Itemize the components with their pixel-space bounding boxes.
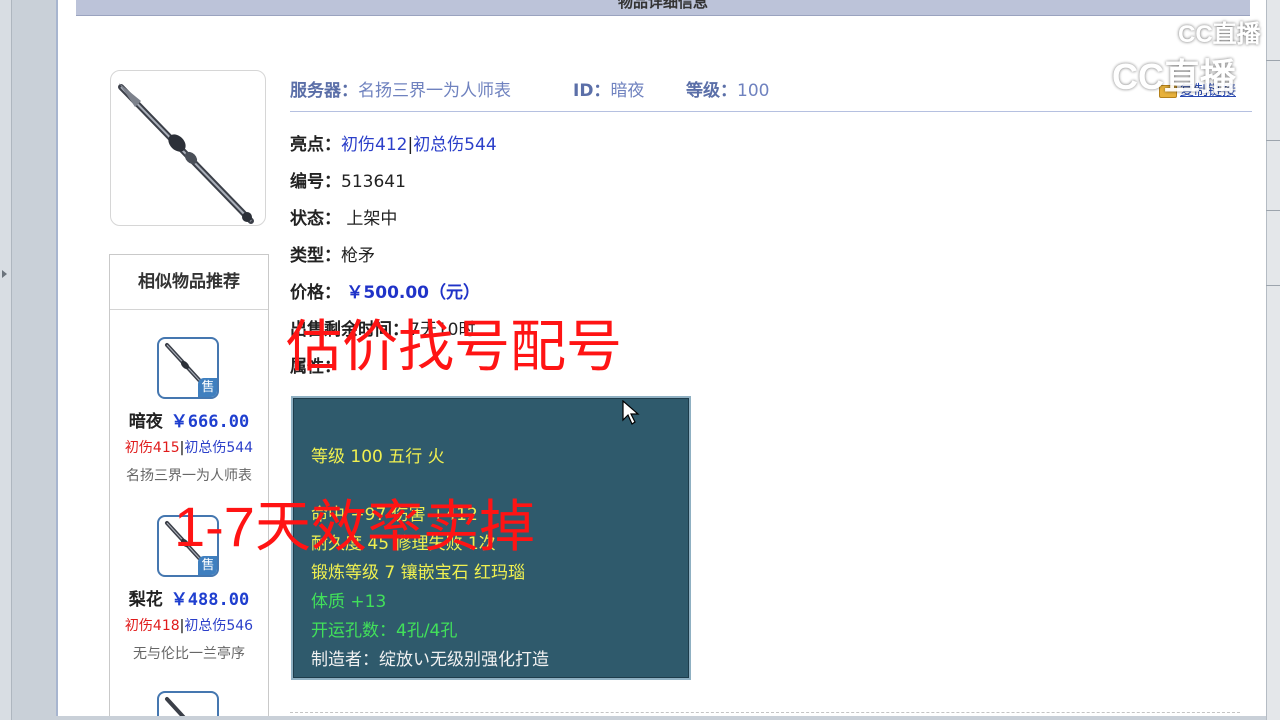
similar-items-title: 相似物品推荐 [110, 255, 268, 310]
similar-item-server: 名扬三界一为人师表 [126, 468, 252, 484]
watermark-large: CC直播 [1072, 48, 1236, 100]
remaining-time-row: 出售剩余时间：7天10时 [290, 315, 475, 340]
scrollbar-mark [1266, 210, 1280, 222]
level-info: 等级：100 [686, 76, 769, 101]
similar-item-thumbnail[interactable]: 售 [157, 515, 219, 577]
attributes-row: 属性： [290, 352, 341, 377]
highlight-label: 亮点： [290, 135, 341, 155]
similar-items-panel: 相似物品推荐 售 暗夜 ￥666.00 初伤415|初总伤544 名扬三界一为人师… [109, 254, 269, 716]
similar-item-name: 暗夜 [128, 412, 163, 432]
mouse-cursor-icon [622, 400, 640, 425]
price-row: 价格： ￥500.00（元） [290, 278, 480, 303]
spear-icon [165, 697, 186, 716]
serial-value: 513641 [341, 172, 406, 192]
attr-level-element: 等级 100 五行 火 [311, 447, 445, 467]
similar-item-stat-a: 初伤418 [124, 618, 180, 634]
serial-row: 编号：513641 [290, 167, 406, 192]
price-value: ￥500.00（元） [346, 283, 481, 303]
similar-item-server: 无与伦比一兰亭序 [133, 646, 245, 662]
attr-maker: 制造者：绽放い无级别强化打造 [311, 650, 549, 670]
attr-forge-gem: 锻炼等级 7 镶嵌宝石 红玛瑙 [311, 563, 526, 583]
similar-item-stats: 初伤418|初总伤546 [110, 615, 268, 635]
left-window-edge [0, 0, 12, 720]
similar-item-name: 梨花 [128, 590, 163, 610]
watermark-logo-icon [1152, 24, 1174, 47]
watermark-small-text: CC直播 [1178, 21, 1261, 48]
type-value: 枪矛 [341, 246, 375, 266]
similar-item-thumbnail[interactable] [157, 691, 219, 716]
remaining-time-label: 出售剩余时间： [290, 320, 409, 340]
sale-badge: 售 [198, 378, 217, 397]
highlight-row: 亮点：初伤412|初总伤544 [290, 130, 497, 155]
sale-badge: 售 [198, 556, 217, 575]
page-title: 物品详细信息 [617, 0, 708, 11]
item-image [110, 70, 266, 226]
highlight-a: 初伤412 [341, 135, 408, 155]
attributes-label: 属性： [290, 357, 341, 377]
server-info: 服务器：名扬三界一为人师表 [290, 76, 511, 101]
spear-icon [118, 83, 254, 224]
id-value: 暗夜 [610, 81, 645, 101]
similar-item-title: 暗夜 ￥666.00 [110, 407, 268, 432]
status-value: 上架中 [346, 209, 398, 229]
similar-item-thumbnail[interactable]: 售 [157, 337, 219, 399]
collapse-arrow-icon[interactable] [2, 270, 7, 278]
id-label: ID： [573, 81, 611, 101]
server-value: 名扬三界一为人师表 [358, 81, 511, 101]
attr-durability: 耐久度 45 修理失败 1次 [311, 534, 496, 554]
attr-sockets: 开运孔数：4孔/4孔 [311, 621, 458, 641]
level-value: 100 [737, 81, 770, 101]
similar-item-stat-b: 初总伤544 [184, 440, 254, 456]
page-title-bar: 物品详细信息 [76, 0, 1250, 16]
highlight-b: 初总伤544 [413, 135, 497, 155]
status-row: 状态： 上架中 [290, 204, 397, 229]
server-label: 服务器： [290, 81, 358, 101]
level-label: 等级： [686, 81, 737, 101]
serial-label: 编号： [290, 172, 341, 192]
scrollbar-mark [1266, 285, 1280, 297]
type-row: 类型：枪矛 [290, 241, 375, 266]
scrollbar-mark [1266, 60, 1280, 72]
similar-item-price: ￥666.00 [170, 412, 250, 432]
similar-item-stat-b: 初总伤546 [184, 618, 254, 634]
bottom-divider [290, 712, 1240, 713]
similar-item-title: 梨花 ￥488.00 [110, 585, 268, 610]
right-scrollbar[interactable] [1266, 0, 1280, 720]
similar-item-stats: 初伤415|初总伤544 [110, 437, 268, 457]
watermark-small: CC直播 [1152, 14, 1261, 49]
scrollbar-mark [1266, 140, 1280, 152]
watermark-large-text: CC直播 [1112, 56, 1236, 97]
status-label: 状态： [290, 209, 341, 229]
similar-item-stat-a: 初伤415 [124, 440, 180, 456]
id-info: ID：暗夜 [573, 76, 644, 101]
remaining-time-value: 7天10时 [409, 320, 476, 340]
attr-hit-damage: 命中 +97 伤害 +412 [311, 505, 478, 525]
similar-item-price: ￥488.00 [170, 590, 250, 610]
item-detail-page: 物品详细信息 服务器：名扬三界一为人师表 ID：暗夜 等级：100 复制链接 亮… [56, 0, 1266, 716]
attr-constitution: 体质 +13 [311, 592, 387, 612]
attribute-panel: 等级 100 五行 火 命中 +97 伤害 +412 耐久度 45 修理失败 1… [291, 396, 691, 680]
type-label: 类型： [290, 246, 341, 266]
price-label: 价格： [290, 283, 341, 303]
watermark-logo-icon [1072, 61, 1108, 98]
